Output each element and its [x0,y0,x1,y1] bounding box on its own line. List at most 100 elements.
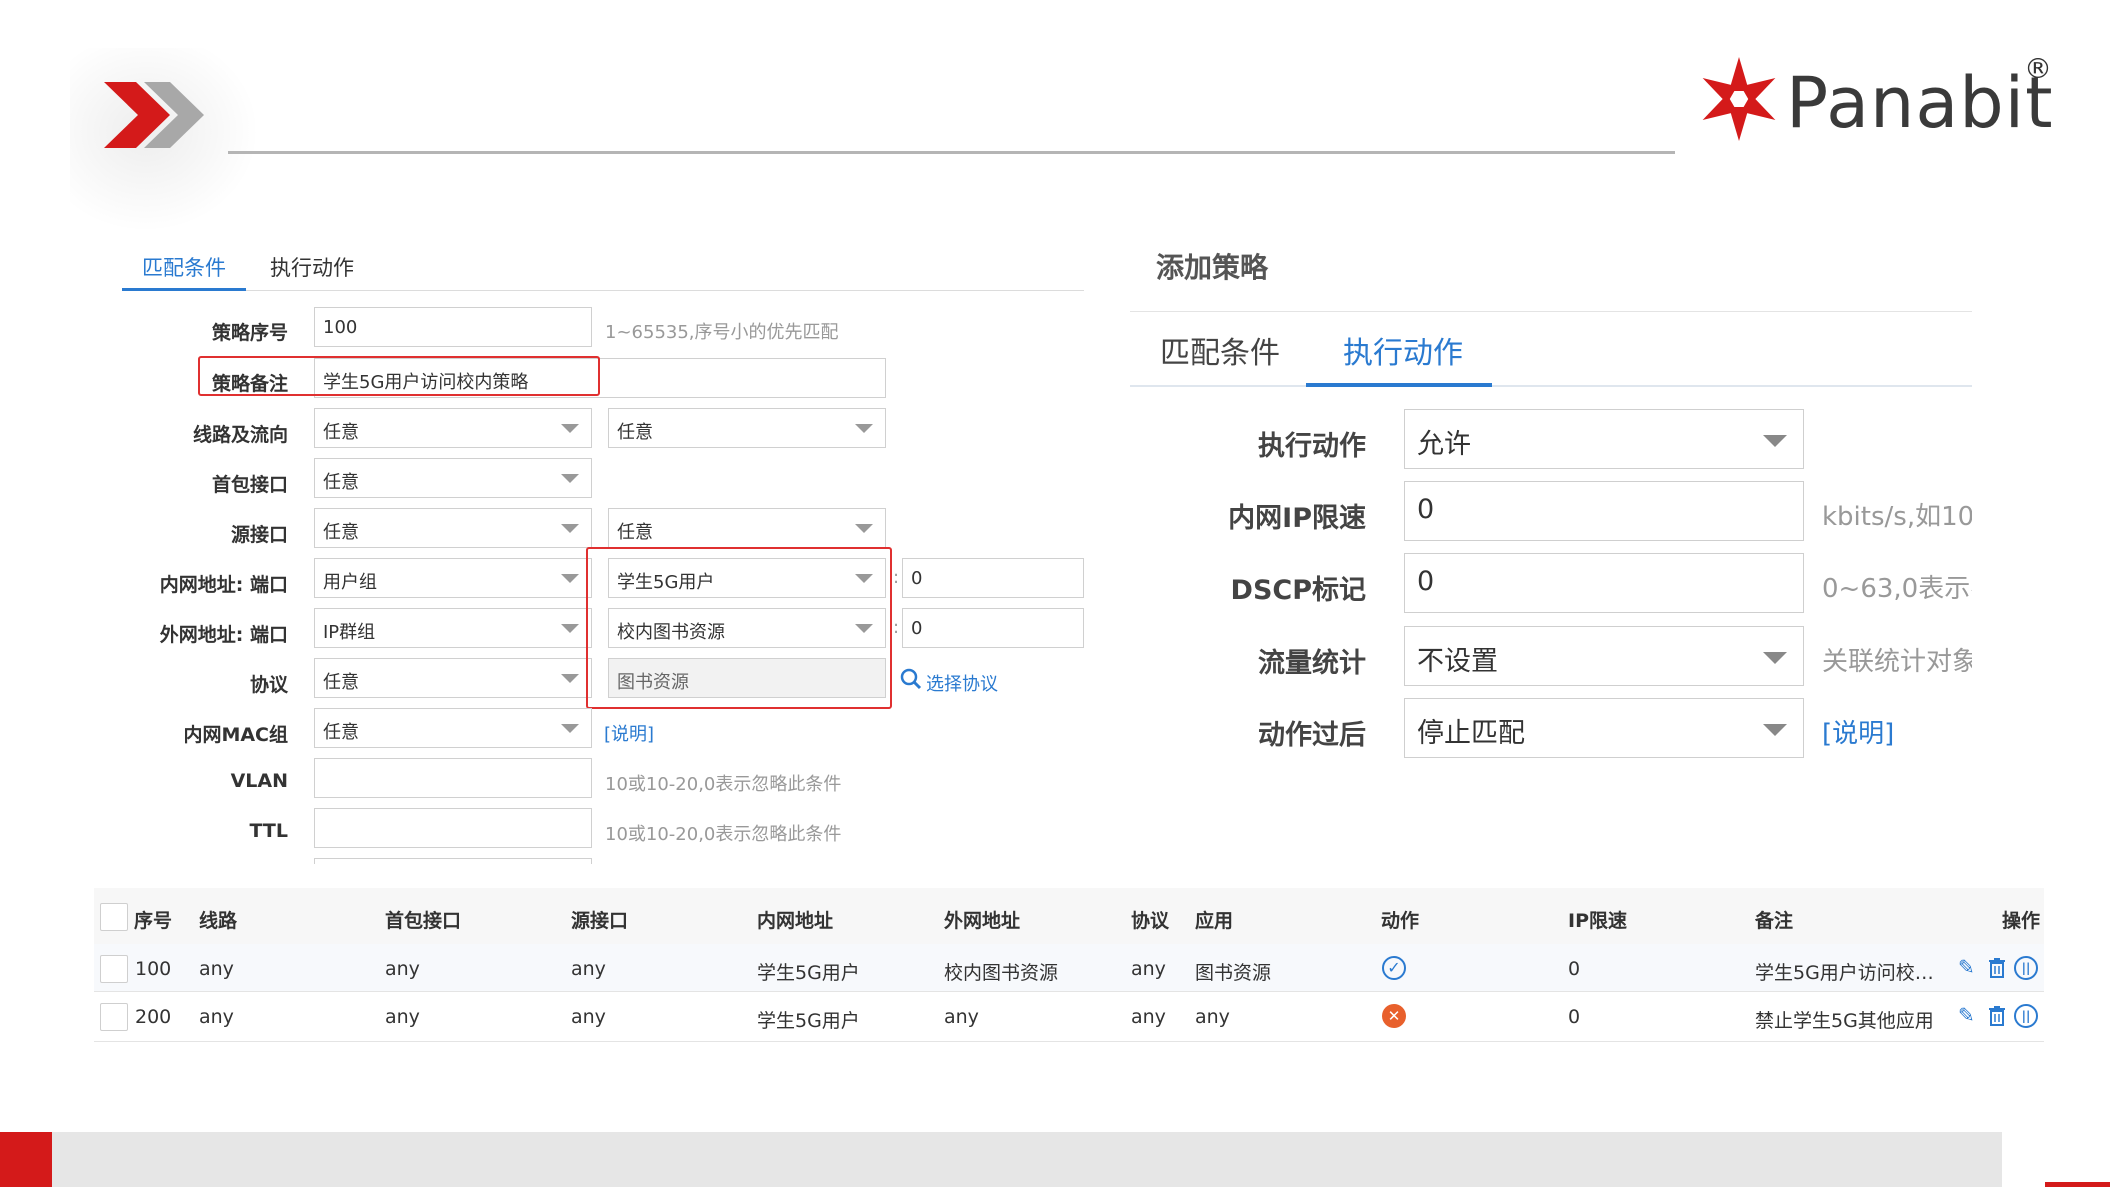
select-all-checkbox[interactable] [100,903,128,931]
logo-text: Panabit [1786,62,2054,144]
footer-bar [52,1132,2002,1187]
col-inner-addr[interactable]: 内网地址 [757,906,833,933]
line-label: 线路及流向 [192,424,288,446]
outer-port-input[interactable]: 0 [902,608,1084,648]
src-iface-select[interactable]: 任意 [314,508,592,548]
ip-rate-input[interactable]: 0 [1404,481,1804,541]
trash-icon[interactable] [1988,1006,2006,1026]
logo-registered-mark: ® [2024,52,2052,85]
col-first-iface[interactable]: 首包接口 [385,906,461,933]
tab-divider [1130,385,1972,387]
priority-input[interactable]: 100 [314,307,592,347]
direction-select[interactable]: 任意 [608,408,886,448]
row-checkbox[interactable] [100,955,128,983]
first-iface-select[interactable]: 任意 [314,458,592,498]
pencil-icon[interactable]: ✎ [1958,1003,1975,1027]
outer-addr-label: 外网地址: 端口 [159,624,288,646]
next-field-edge [314,858,592,864]
add-policy-title: 添加策略 [1156,251,1269,284]
col-src-iface[interactable]: 源接口 [571,906,628,933]
col-id[interactable]: 序号 [134,906,172,933]
stats-select[interactable]: 不设置 [1404,626,1804,686]
pencil-icon[interactable]: ✎ [1958,955,1975,979]
ttl-label: TTL [249,820,288,842]
after-action-label: 动作过后 [1258,720,1366,751]
row-app: any [1195,1006,1230,1028]
row-src-iface: any [571,1006,606,1028]
ip-rate-label: 内网IP限速 [1228,503,1366,534]
inner-addr-label: 内网地址: 端口 [159,574,288,596]
row-first-iface: any [385,958,420,980]
protocol-select[interactable]: 任意 [314,658,592,698]
header-divider [228,151,1675,154]
tab-actions[interactable]: 执行动作 [1343,328,1463,372]
col-protocol[interactable]: 协议 [1131,906,1169,933]
x-circle-icon: ✕ [1382,1004,1406,1028]
col-ip-rate[interactable]: IP限速 [1568,906,1627,933]
row-checkbox[interactable] [100,1003,128,1031]
priority-hint: 1~65535,序号小的优先匹配 [605,322,839,343]
row-line: any [199,1006,234,1028]
search-icon[interactable] [900,668,922,690]
active-tab-indicator [122,288,246,291]
row-src-iface: any [571,958,606,980]
check-circle-icon: ✓ [1382,956,1406,980]
remark-highlight-box [198,356,600,396]
trash-icon[interactable] [1988,958,2006,978]
port-colon: : [893,567,900,588]
protocol-label: 协议 [249,674,288,696]
title-divider [1130,311,1972,312]
row-id-link[interactable]: 100 [135,958,171,980]
footer-accent-right [2045,1182,2110,1187]
mac-group-select[interactable]: 任意 [314,708,592,748]
panabit-logo-icon [1702,57,1776,141]
pause-icon[interactable]: || [2014,956,2038,980]
col-app[interactable]: 应用 [1195,906,1233,933]
col-remark[interactable]: 备注 [1755,906,1793,933]
row-remark: 学生5G用户访问校… [1755,962,1934,984]
after-help-link[interactable]: [说明] [1822,713,1972,750]
footer-accent [0,1132,52,1187]
dscp-label: DSCP标记 [1230,575,1366,606]
choose-protocol-link[interactable]: 选择协议 [926,670,998,696]
inner-addr-type-select[interactable]: 用户组 [314,558,592,598]
vlan-input[interactable] [314,758,592,798]
action-select[interactable]: 允许 [1404,409,1804,469]
row-ip-rate: 0 [1568,1006,1581,1028]
outer-addr-type-select[interactable]: IP群组 [314,608,592,648]
src-iface-label: 源接口 [230,524,288,546]
priority-label: 策略序号 [211,322,288,344]
after-action-select[interactable]: 停止匹配 [1404,698,1804,758]
row-inner-addr-link[interactable]: 学生5G用户 [757,958,860,985]
tab-match-conditions[interactable]: 匹配条件 [1160,328,1280,372]
src-iface-select-2[interactable]: 任意 [608,508,886,548]
row-protocol: any [1131,958,1166,980]
col-action[interactable]: 动作 [1381,906,1419,933]
address-highlight-box [586,547,892,709]
dscp-input[interactable]: 0 [1404,553,1804,613]
row-protocol: any [1131,1006,1166,1028]
mac-help-link[interactable]: [说明] [604,720,654,746]
first-iface-label: 首包接口 [211,474,288,496]
row-inner-addr-link[interactable]: 学生5G用户 [757,1006,860,1033]
row-id-link[interactable]: 200 [135,1006,171,1028]
col-operations: 操作 [2002,910,2041,932]
tab-actions[interactable]: 执行动作 [270,252,354,282]
row-app-link[interactable]: 图书资源 [1195,958,1271,985]
col-line[interactable]: 线路 [199,906,237,933]
ip-rate-hint: kbits/s,如10可 [1822,502,1972,532]
row-outer-addr: any [944,1006,979,1028]
pause-icon[interactable]: || [2014,1004,2038,1028]
stats-hint: 关联统计对象 [1822,647,1972,677]
row-outer-addr-link[interactable]: 校内图书资源 [944,958,1058,985]
col-outer-addr[interactable]: 外网地址 [944,906,1020,933]
row-first-iface: any [385,1006,420,1028]
active-tab-indicator [1306,383,1492,387]
stats-label: 流量统计 [1258,648,1366,679]
line-select[interactable]: 任意 [314,408,592,448]
inner-port-input[interactable]: 0 [902,558,1084,598]
ttl-hint: 10或10-20,0表示忽略此条件 [605,824,842,845]
port-colon: : [893,617,900,638]
tab-match-conditions[interactable]: 匹配条件 [142,252,226,282]
ttl-input[interactable] [314,808,592,848]
